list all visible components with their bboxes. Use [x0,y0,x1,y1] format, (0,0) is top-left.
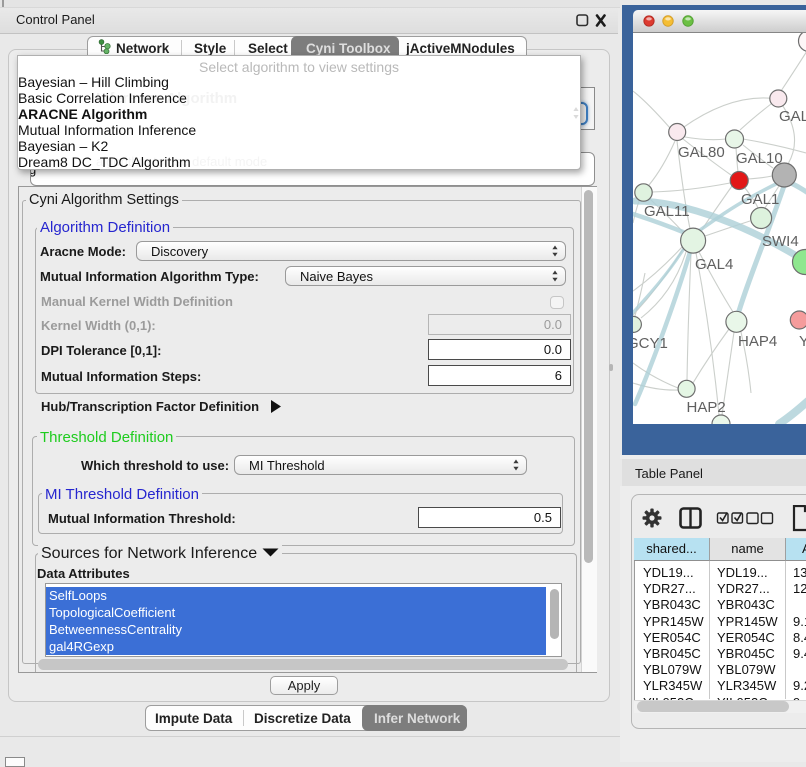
svg-text:GAL4: GAL4 [695,256,733,273]
svg-text:HAP2: HAP2 [687,399,726,416]
svg-text:GAL1: GAL1 [741,191,779,208]
svg-text:GAL10: GAL10 [736,150,783,167]
svg-text:GCY1: GCY1 [633,335,668,352]
svg-text:GAL80: GAL80 [678,144,725,161]
svg-text:SWI4: SWI4 [762,233,799,250]
svg-text:HAP4: HAP4 [738,333,777,350]
svg-text:Y: Y [799,333,806,350]
svg-text:GAL11: GAL11 [644,203,690,220]
svg-text:GAL: GAL [779,108,806,125]
